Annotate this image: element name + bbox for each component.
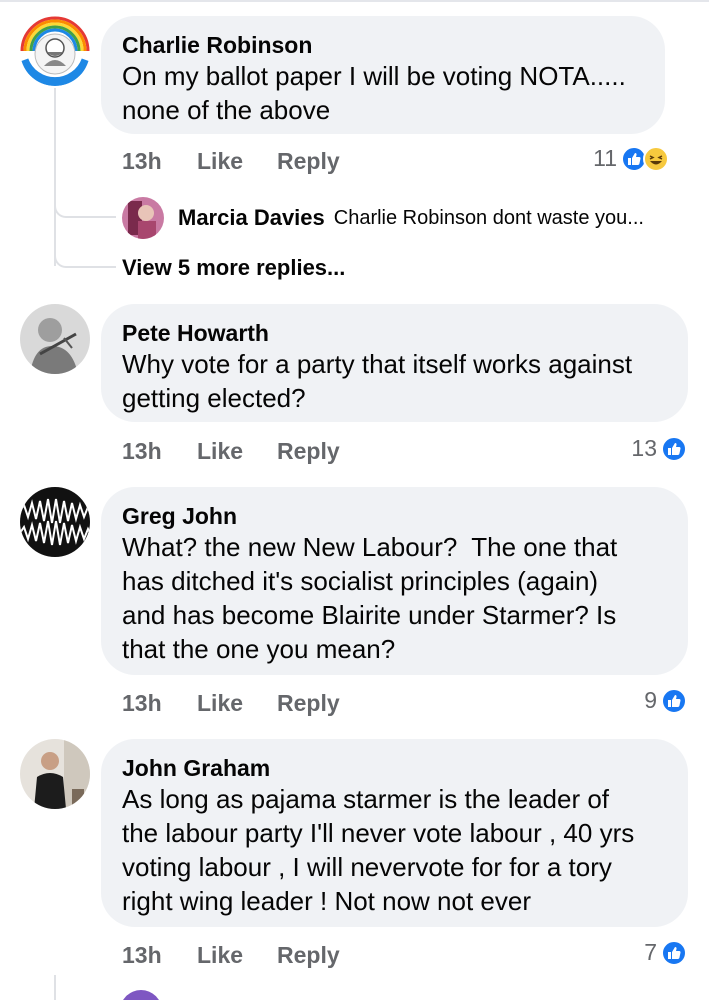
view-more-replies-link[interactable]: View 5 more replies... bbox=[122, 255, 345, 281]
avatar[interactable] bbox=[20, 304, 90, 374]
reaction-summary[interactable]: 13 bbox=[631, 435, 687, 462]
avatar[interactable] bbox=[120, 990, 162, 1000]
avatar[interactable] bbox=[20, 739, 90, 809]
comment-text: Why vote for a party that itself works a… bbox=[122, 349, 633, 413]
like-icon bbox=[661, 939, 687, 966]
reaction-summary[interactable]: 9 bbox=[644, 687, 687, 714]
like-icon bbox=[661, 687, 687, 714]
top-divider bbox=[0, 0, 709, 2]
reply-branch bbox=[54, 190, 116, 218]
reaction-summary[interactable]: 11 bbox=[593, 145, 669, 172]
comment-bubble: Greg John What? the new New Labour? The … bbox=[101, 487, 688, 675]
like-button[interactable]: Like bbox=[197, 438, 277, 465]
reaction-count: 13 bbox=[631, 435, 657, 461]
comment-text: On my ballot paper I will be voting NOTA… bbox=[122, 61, 626, 125]
avatar[interactable] bbox=[20, 487, 90, 557]
reply-button[interactable]: Reply bbox=[277, 148, 340, 175]
comment-author[interactable]: Charlie Robinson bbox=[122, 31, 643, 59]
comment-author[interactable]: Greg John bbox=[122, 502, 666, 530]
comment-author[interactable]: Pete Howarth bbox=[122, 319, 666, 347]
comment-actions: 13h Like Reply bbox=[122, 942, 340, 969]
reaction-count: 9 bbox=[644, 687, 657, 713]
timestamp[interactable]: 13h bbox=[122, 438, 197, 465]
comment-actions: 13h Like Reply bbox=[122, 438, 340, 465]
avatar[interactable] bbox=[122, 197, 164, 239]
reply-button[interactable]: Reply bbox=[277, 690, 340, 717]
reply-author[interactable]: Marcia Davies bbox=[178, 205, 325, 231]
timestamp[interactable]: 13h bbox=[122, 148, 197, 175]
reaction-summary[interactable]: 7 bbox=[644, 939, 687, 966]
avatar[interactable] bbox=[20, 16, 90, 86]
thread-line bbox=[54, 975, 56, 1000]
reply-branch bbox=[54, 240, 116, 268]
reply-preview[interactable]: Marcia Davies Charlie Robinson dont wast… bbox=[122, 197, 644, 239]
comment-text: What? the new New Labour? The one that h… bbox=[122, 532, 618, 664]
comment-actions: 13h Like Reply bbox=[122, 690, 340, 717]
comment-author[interactable]: John Graham bbox=[122, 754, 666, 782]
comment-actions: 13h Like Reply bbox=[122, 148, 340, 175]
like-icon bbox=[661, 435, 687, 462]
comment-bubble: Charlie Robinson On my ballot paper I wi… bbox=[101, 16, 665, 134]
comment-bubble: John Graham As long as pajama starmer is… bbox=[101, 739, 688, 927]
reply-button[interactable]: Reply bbox=[277, 438, 340, 465]
haha-icon bbox=[643, 145, 669, 172]
timestamp[interactable]: 13h bbox=[122, 942, 197, 969]
timestamp[interactable]: 13h bbox=[122, 690, 197, 717]
comment-bubble: Pete Howarth Why vote for a party that i… bbox=[101, 304, 688, 422]
reaction-count: 7 bbox=[644, 939, 657, 965]
like-button[interactable]: Like bbox=[197, 942, 277, 969]
comment-text: As long as pajama starmer is the leader … bbox=[122, 784, 635, 916]
like-button[interactable]: Like bbox=[197, 690, 277, 717]
reply-button[interactable]: Reply bbox=[277, 942, 340, 969]
reply-text: Charlie Robinson dont waste you... bbox=[333, 206, 644, 229]
reaction-count: 11 bbox=[593, 145, 617, 171]
like-button[interactable]: Like bbox=[197, 148, 277, 175]
